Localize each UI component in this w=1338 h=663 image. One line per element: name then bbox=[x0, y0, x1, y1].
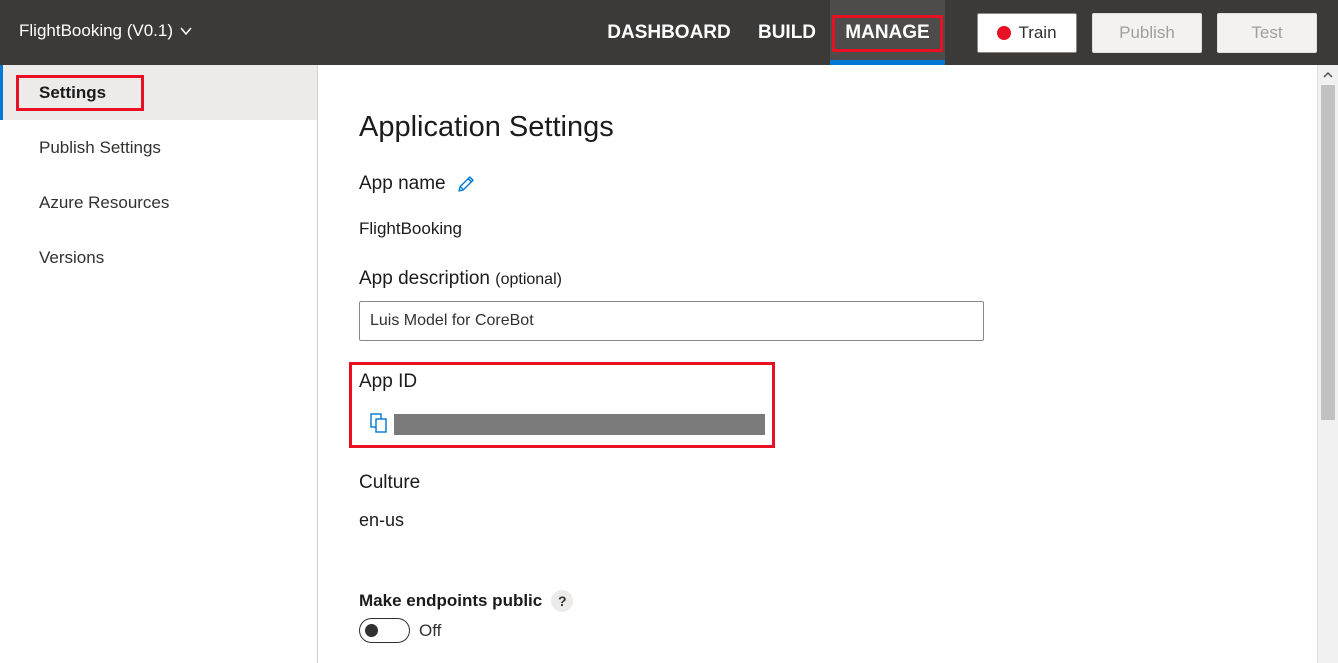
publish-button[interactable]: Publish bbox=[1092, 13, 1202, 53]
app-id-value-redacted bbox=[394, 414, 765, 435]
tab-manage[interactable]: MANAGE bbox=[830, 0, 945, 65]
page-title: Application Settings bbox=[359, 111, 614, 143]
sidebar-item-versions[interactable]: Versions bbox=[0, 230, 317, 285]
sidebar-item-label: Azure Resources bbox=[39, 192, 170, 212]
app-name-label-row: App name bbox=[359, 173, 476, 195]
endpoints-label-row: Make endpoints public ? bbox=[359, 590, 574, 612]
app-title: FlightBooking (V0.1) bbox=[19, 21, 174, 40]
sidebar-item-azure-resources[interactable]: Azure Resources bbox=[0, 175, 317, 230]
vertical-scrollbar[interactable] bbox=[1317, 65, 1338, 663]
train-status-dot bbox=[997, 26, 1012, 40]
endpoints-label: Make endpoints public bbox=[359, 591, 543, 610]
toggle-knob bbox=[365, 624, 378, 637]
tab-dashboard[interactable]: DASHBOARD bbox=[600, 0, 738, 65]
tab-build-label: BUILD bbox=[757, 21, 817, 43]
app-id-label: App ID bbox=[359, 371, 418, 392]
scroll-up-button[interactable] bbox=[1318, 65, 1338, 85]
app-version-selector[interactable]: FlightBooking (V0.1) bbox=[19, 21, 193, 41]
sidebar-item-label: Publish Settings bbox=[39, 137, 161, 157]
culture-label: Culture bbox=[359, 472, 421, 493]
test-button-label: Test bbox=[1251, 23, 1283, 42]
sidebar-item-publish-settings[interactable]: Publish Settings bbox=[0, 120, 317, 175]
app-description-input[interactable] bbox=[359, 301, 984, 341]
app-description-label: App description (optional) bbox=[359, 268, 562, 290]
sidebar-item-settings[interactable]: Settings bbox=[0, 65, 317, 120]
sidebar: Settings Publish Settings Azure Resource… bbox=[0, 65, 318, 663]
settings-panel: Application Settings App name FlightBook… bbox=[319, 65, 1317, 663]
endpoints-public-toggle[interactable] bbox=[359, 618, 410, 643]
app-name-label: App name bbox=[359, 173, 446, 194]
toggle-state-label: Off bbox=[419, 621, 442, 640]
train-button-label: Train bbox=[1018, 23, 1057, 42]
train-button[interactable]: Train bbox=[977, 13, 1077, 53]
sidebar-item-label: Settings bbox=[39, 82, 107, 102]
copy-icon[interactable] bbox=[369, 412, 389, 434]
tab-build[interactable]: BUILD bbox=[750, 0, 824, 65]
chevron-down-icon bbox=[180, 27, 192, 36]
publish-button-label: Publish bbox=[1119, 23, 1175, 42]
top-bar: FlightBooking (V0.1) DASHBOARD BUILD MAN… bbox=[0, 0, 1338, 65]
optional-hint: (optional) bbox=[495, 271, 562, 288]
help-icon[interactable]: ? bbox=[551, 590, 574, 612]
tab-manage-label: MANAGE bbox=[845, 21, 930, 43]
test-button[interactable]: Test bbox=[1217, 13, 1317, 53]
culture-value: en-us bbox=[359, 510, 405, 530]
app-description-label-text: App description bbox=[359, 268, 490, 289]
scrollbar-thumb[interactable] bbox=[1321, 85, 1335, 420]
sidebar-item-label: Versions bbox=[39, 247, 105, 267]
tab-dashboard-label: DASHBOARD bbox=[607, 21, 731, 43]
app-name-value: FlightBooking bbox=[359, 219, 463, 238]
pencil-icon[interactable] bbox=[456, 174, 476, 194]
scroll-up-icon bbox=[1323, 71, 1333, 78]
